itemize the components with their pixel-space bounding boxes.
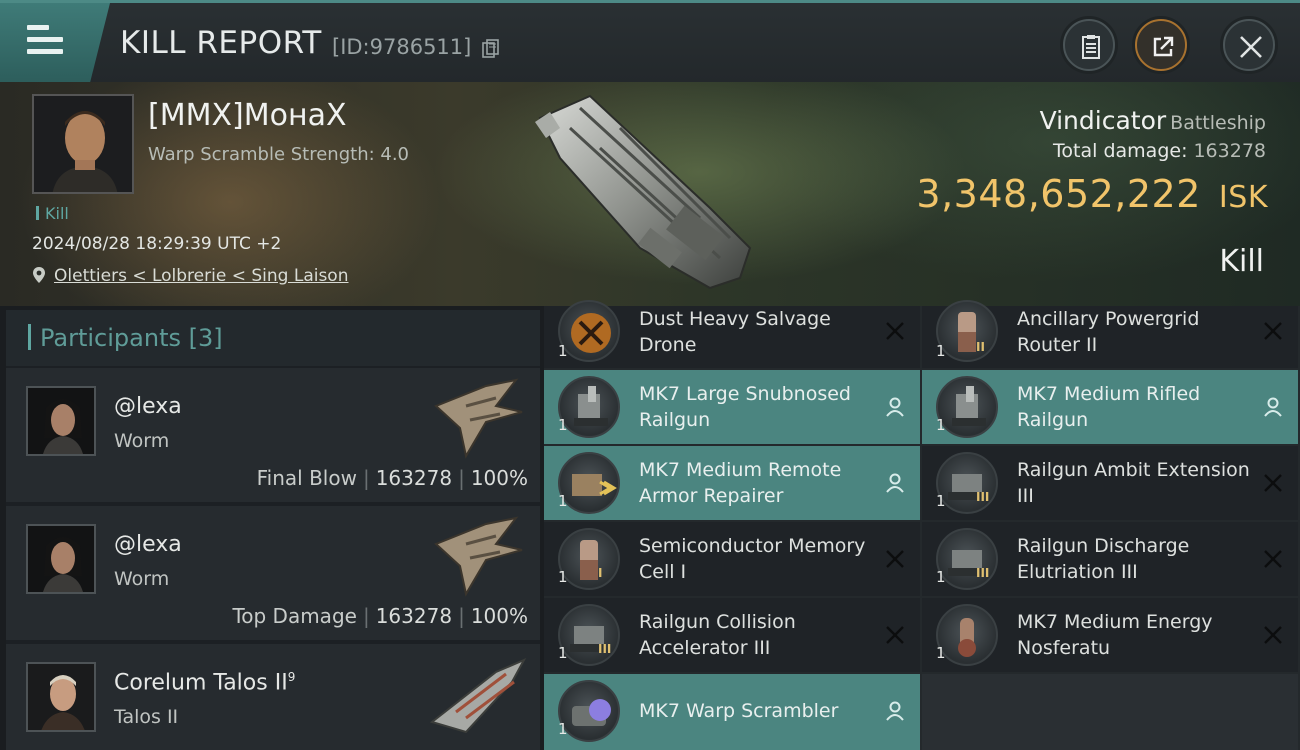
module-item[interactable]: III 1 Railgun Collision Accelerator III bbox=[544, 598, 920, 672]
close-button[interactable] bbox=[1223, 19, 1275, 71]
module-item[interactable]: 1 MK7 Warp Scrambler bbox=[544, 674, 920, 750]
participant-ship: Worm bbox=[114, 568, 170, 590]
x-mark-icon bbox=[1264, 474, 1282, 492]
module-label: Ancillary Powergrid Router II bbox=[1017, 308, 1200, 356]
participant-ship: Worm bbox=[114, 430, 170, 452]
result-label: Kill bbox=[1219, 244, 1264, 279]
victim-summary: [MMX]MонаX Warp Scramble Strength: 4.0 K… bbox=[0, 82, 1300, 306]
x-mark-icon bbox=[1264, 626, 1282, 644]
participant-row[interactable]: @lexa Worm Top Damage | 163278 | 100% bbox=[6, 506, 540, 640]
module-item[interactable]: I 1 Semiconductor Memory Cell I bbox=[544, 522, 920, 596]
isk-value: 3,348,652,222 ISK bbox=[916, 172, 1268, 216]
module-item[interactable]: II 1 Ancillary Powergrid Router II bbox=[922, 300, 1298, 368]
victim-ship-image bbox=[535, 94, 752, 290]
module-label: MK7 Medium Energy Nosferatu bbox=[1017, 611, 1213, 659]
participant-ship-image bbox=[434, 378, 523, 459]
report-id: [ID:9786511] bbox=[332, 35, 472, 59]
module-item[interactable]: 1 MK7 Large Snubnosed Railgun bbox=[544, 370, 920, 444]
person-icon bbox=[886, 397, 904, 417]
total-damage-value: 163278 bbox=[1193, 140, 1266, 162]
share-button[interactable] bbox=[1135, 19, 1187, 71]
modules-grid: 1 Dust Heavy Salvage Drone 1 MK7 Large S… bbox=[544, 300, 1300, 750]
kill-datetime: 2024/08/28 18:29:39 UTC +2 bbox=[32, 234, 282, 254]
module-label: Dust Heavy Salvage Drone bbox=[639, 308, 831, 356]
module-label: Railgun Collision Accelerator III bbox=[639, 611, 796, 659]
x-mark-icon bbox=[886, 322, 904, 340]
module-label: Semiconductor Memory Cell I bbox=[639, 535, 866, 583]
avatar bbox=[26, 524, 96, 594]
module-item[interactable]: III 1 Railgun Discharge Elutriation III bbox=[922, 522, 1298, 596]
page-title: KILL REPORT bbox=[120, 25, 322, 61]
module-item[interactable]: 1 MK7 Medium Remote Armor Repairer bbox=[544, 446, 920, 520]
person-icon bbox=[886, 473, 904, 493]
x-mark-icon bbox=[886, 550, 904, 568]
participant-name: Corelum Talos II9 bbox=[114, 670, 296, 696]
total-damage: Total damage: 163278 bbox=[1053, 140, 1266, 162]
participant-percent: 100% bbox=[470, 604, 528, 628]
share-icon bbox=[1153, 36, 1174, 57]
avatar bbox=[26, 386, 96, 456]
close-icon bbox=[1240, 36, 1262, 58]
participant-stats: Top Damage | 163278 | 100% bbox=[232, 604, 528, 628]
participant-role: Top Damage bbox=[232, 604, 357, 628]
participant-ship-image bbox=[429, 657, 527, 734]
avatar bbox=[26, 662, 96, 732]
participant-damage: 163278 bbox=[375, 604, 453, 628]
module-item[interactable]: 1 MK7 Medium Rifled Railgun bbox=[922, 370, 1298, 444]
module-label: MK7 Medium Remote Armor Repairer bbox=[639, 459, 842, 507]
module-label: Railgun Discharge Elutriation III bbox=[1017, 535, 1190, 583]
person-icon bbox=[886, 701, 904, 721]
participants-count: [3] bbox=[188, 324, 223, 352]
participant-name: @lexa bbox=[114, 394, 182, 419]
participants-header: Participants [3] bbox=[6, 310, 540, 366]
participant-ship-image bbox=[434, 516, 523, 597]
module-item[interactable]: 1 MK7 Medium Energy Nosferatu bbox=[922, 598, 1298, 672]
participant-row[interactable]: Corelum Talos II9 Talos II bbox=[6, 644, 540, 750]
location-text[interactable]: Olettiers < Lolbrerie < Sing Laison bbox=[54, 266, 349, 286]
map-pin-icon bbox=[33, 267, 45, 283]
x-mark-icon bbox=[886, 626, 904, 644]
menu-button[interactable] bbox=[0, 3, 110, 82]
kill-location-link[interactable]: Olettiers < Lolbrerie < Sing Laison bbox=[32, 266, 349, 286]
x-mark-icon bbox=[1264, 550, 1282, 568]
module-label: Railgun Ambit Extension III bbox=[1017, 459, 1250, 507]
total-damage-label: Total damage: bbox=[1053, 140, 1188, 162]
participant-stats: Final Blow | 163278 | 100% bbox=[256, 466, 528, 490]
warp-scramble-strength: Warp Scramble Strength: 4.0 bbox=[148, 144, 410, 165]
participants-panel: Participants [3] @lexa Worm Final Blow | 1… bbox=[6, 310, 540, 750]
hamburger-menu-icon bbox=[27, 25, 63, 55]
participant-percent: 100% bbox=[470, 466, 528, 490]
copy-icon[interactable] bbox=[482, 39, 500, 59]
victim-name[interactable]: [MMX]MонаX bbox=[148, 98, 347, 133]
x-mark-icon bbox=[1264, 322, 1282, 340]
participant-role: Final Blow bbox=[256, 466, 357, 490]
participants-label: Participants bbox=[40, 324, 181, 352]
ship-name: Vindicator bbox=[1039, 106, 1167, 135]
participant-row[interactable]: @lexa Worm Final Blow | 163278 | 100% bbox=[6, 368, 540, 502]
ship-class: Battleship bbox=[1170, 112, 1266, 134]
module-label: MK7 Large Snubnosed Railgun bbox=[639, 383, 851, 431]
victim-portrait[interactable] bbox=[32, 94, 134, 194]
victim-ship-type[interactable]: Vindicator Battleship bbox=[1040, 106, 1266, 135]
header-bar: KILL REPORT [ID:9786511] bbox=[0, 0, 1300, 82]
isk-unit: ISK bbox=[1218, 180, 1268, 215]
participant-damage: 163278 bbox=[375, 466, 453, 490]
module-item[interactable]: III 1 Railgun Ambit Extension III bbox=[922, 446, 1298, 520]
participant-ship: Talos II bbox=[114, 706, 179, 728]
module-item[interactable]: 1 Dust Heavy Salvage Drone bbox=[544, 300, 920, 368]
empty-slot bbox=[922, 674, 1298, 750]
module-label: MK7 Warp Scrambler bbox=[639, 700, 839, 722]
person-icon bbox=[1264, 397, 1282, 417]
clipboard-icon bbox=[1082, 35, 1100, 59]
isk-amount: 3,348,652,222 bbox=[916, 172, 1201, 216]
participant-name: @lexa bbox=[114, 532, 182, 557]
module-label: MK7 Medium Rifled Railgun bbox=[1017, 383, 1201, 431]
clipboard-button[interactable] bbox=[1063, 19, 1115, 71]
kill-tag: Kill bbox=[36, 204, 69, 223]
